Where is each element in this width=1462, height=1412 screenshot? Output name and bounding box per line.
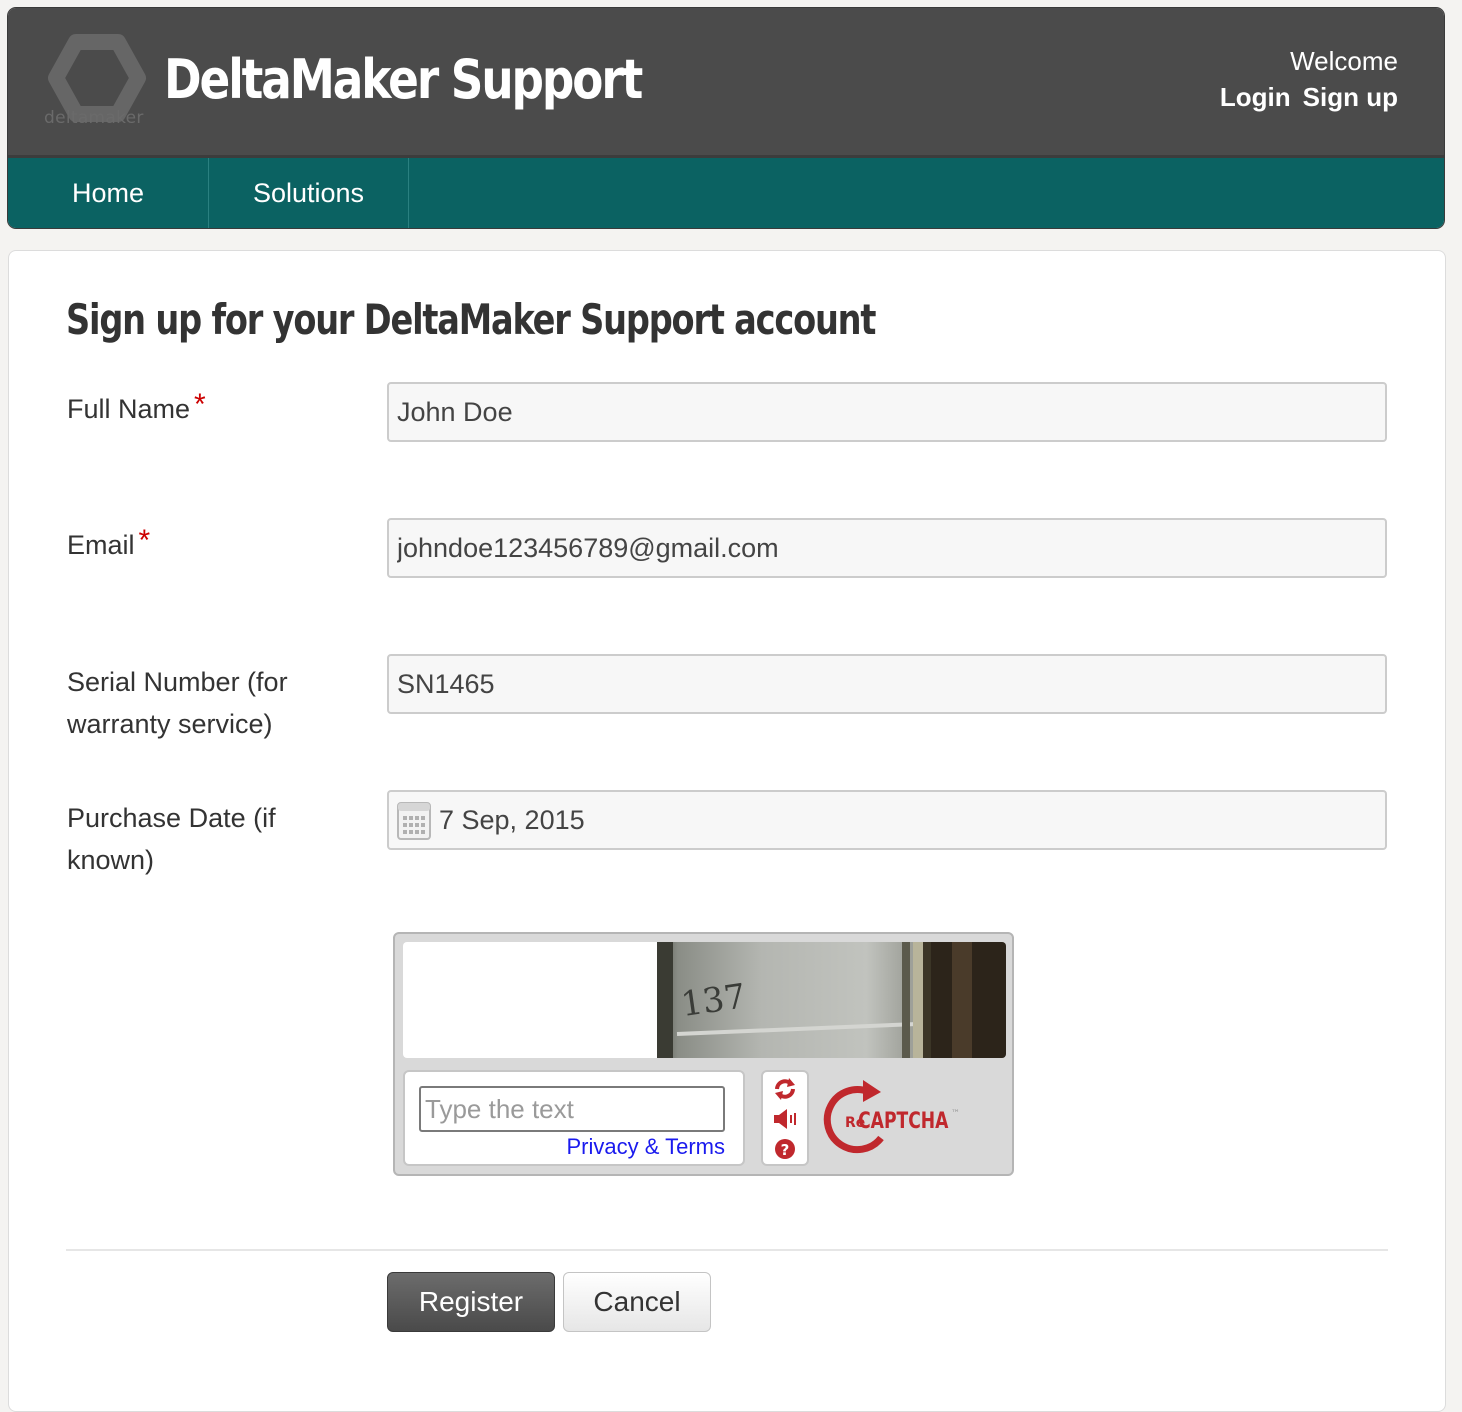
captcha-image-area: 137	[403, 942, 1006, 1058]
privacy-terms-link[interactable]: Privacy & Terms	[566, 1134, 725, 1160]
form-divider	[66, 1249, 1388, 1251]
captcha-image: 137	[657, 942, 1006, 1058]
cancel-button[interactable]: Cancel	[563, 1272, 711, 1332]
svg-text:?: ?	[781, 1141, 790, 1159]
captcha-response-box: Privacy & Terms	[403, 1070, 745, 1166]
page-title: Sign up for your DeltaMaker Support acco…	[66, 295, 876, 344]
serial-number-label: Serial Number (for warranty service)	[67, 661, 288, 745]
email-label: Email *	[67, 524, 150, 566]
register-button[interactable]: Register	[387, 1272, 555, 1332]
signup-card: Sign up for your DeltaMaker Support acco…	[8, 250, 1446, 1412]
serial-number-input[interactable]	[387, 654, 1387, 714]
main-nav: Home Solutions	[8, 158, 1444, 228]
captcha-text-input[interactable]	[419, 1086, 725, 1132]
audio-icon[interactable]	[763, 1104, 807, 1134]
top-bar: deltamaker DeltaMaker Support Welcome Lo…	[8, 8, 1444, 158]
purchase-label-line1: Purchase Date (if	[67, 803, 276, 833]
purchase-date-input[interactable]	[387, 790, 1387, 850]
welcome-text: Welcome	[1290, 46, 1398, 76]
purchase-date-label: Purchase Date (if known)	[67, 797, 276, 881]
site-title[interactable]: DeltaMaker Support	[164, 48, 643, 111]
email-label-text: Email	[67, 530, 135, 560]
nav-item-solutions[interactable]: Solutions	[209, 158, 409, 228]
full-name-input[interactable]	[387, 382, 1387, 442]
login-link[interactable]: Login	[1220, 82, 1291, 112]
captcha-controls: ?	[761, 1070, 809, 1166]
required-marker: *	[138, 524, 151, 557]
recaptcha-wordmark: CAPTCHA	[858, 1108, 949, 1134]
refresh-icon[interactable]	[763, 1074, 807, 1104]
recaptcha-tm: ™	[951, 1109, 960, 1119]
serial-label-line1: Serial Number (for	[67, 667, 288, 697]
full-name-label-text: Full Name	[67, 394, 191, 424]
purchase-label-line2: known)	[67, 845, 155, 875]
logo-text: deltamaker	[44, 108, 144, 128]
nav-item-home[interactable]: Home	[8, 158, 209, 228]
help-icon[interactable]: ?	[763, 1134, 807, 1164]
email-input[interactable]	[387, 518, 1387, 578]
serial-label-line2: warranty service)	[67, 709, 273, 739]
recaptcha-logo: Re CAPTCHA ™	[823, 1080, 960, 1154]
full-name-label: Full Name *	[67, 388, 206, 430]
calendar-icon[interactable]	[397, 800, 431, 840]
site-header: deltamaker DeltaMaker Support Welcome Lo…	[8, 8, 1444, 228]
recaptcha-widget: 137 Privacy & Terms ?	[393, 932, 1014, 1176]
required-marker: *	[194, 388, 206, 421]
auth-links: Login Sign up	[1208, 82, 1398, 113]
purchase-date-field	[387, 790, 1387, 850]
signup-link[interactable]: Sign up	[1303, 82, 1398, 112]
